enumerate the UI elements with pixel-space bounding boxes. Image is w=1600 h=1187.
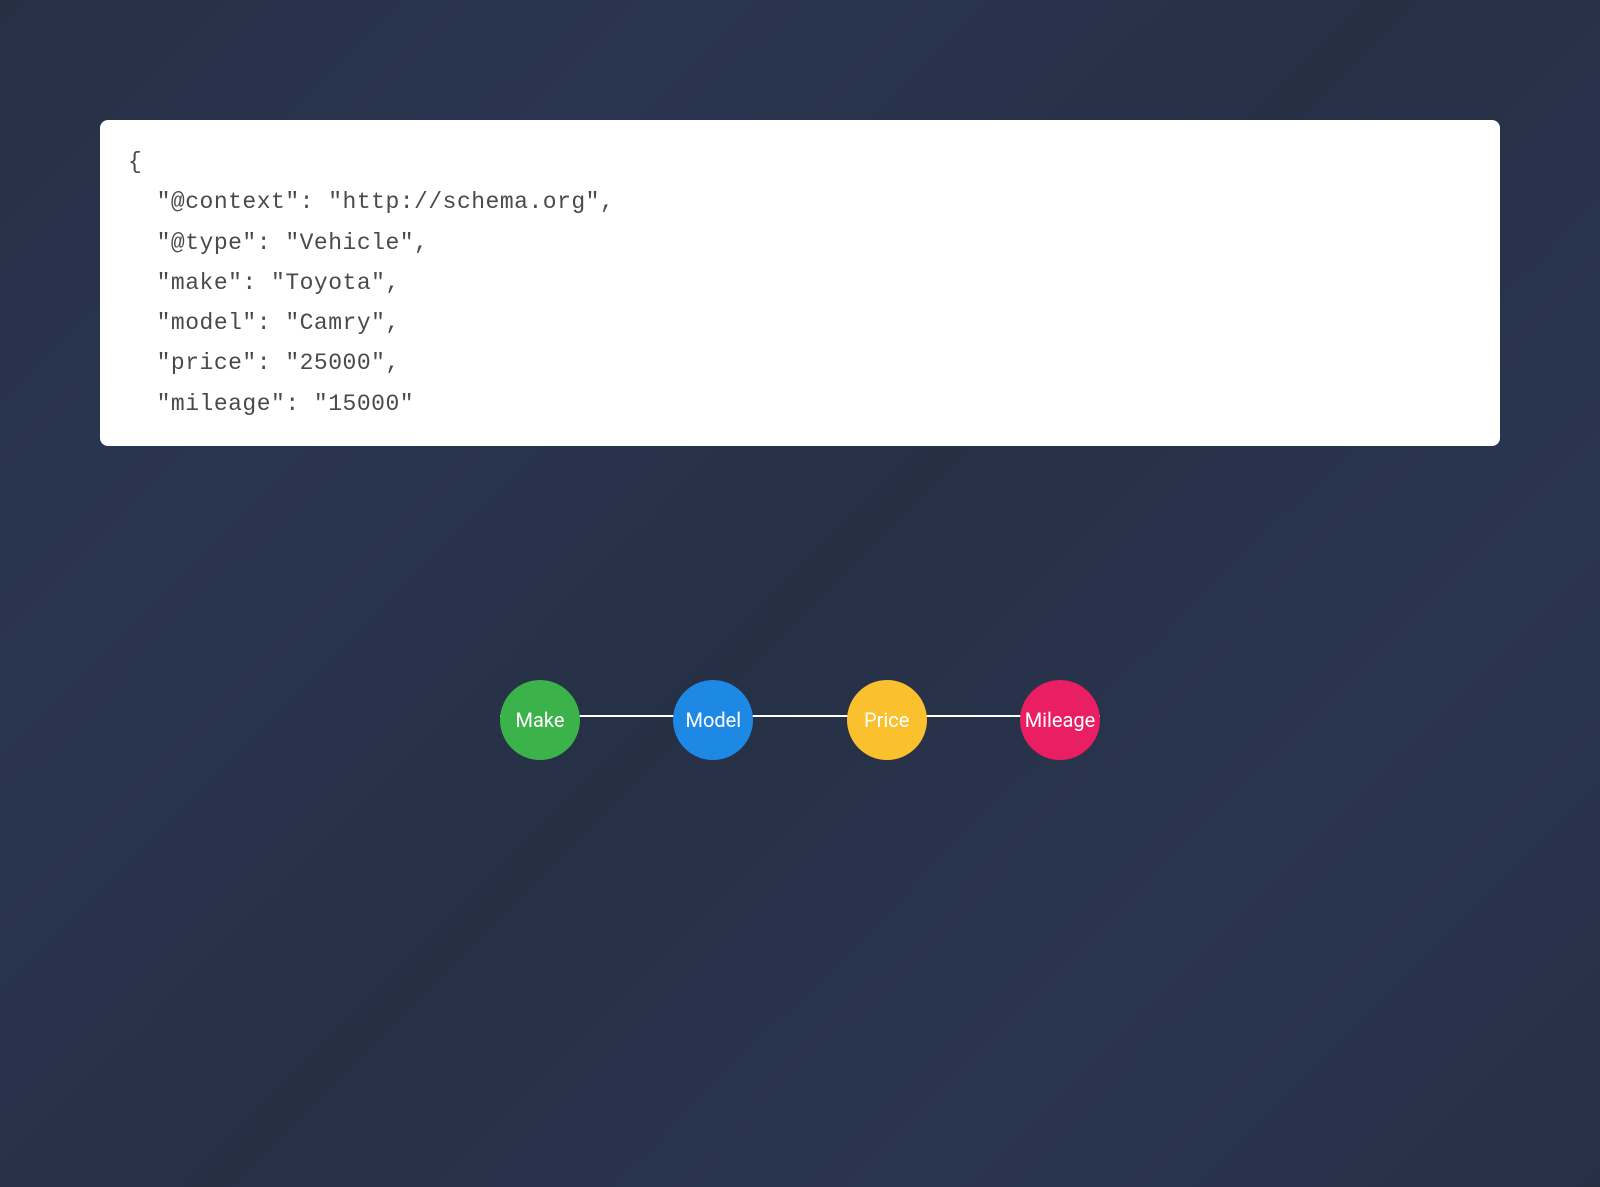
badges-container: Make Model Price Mileage xyxy=(500,680,1100,760)
badge-model: Model xyxy=(673,680,753,760)
badge-label: Model xyxy=(686,708,742,732)
code-block: { "@context": "http://schema.org", "@typ… xyxy=(100,120,1500,446)
badge-label: Mileage xyxy=(1025,708,1096,732)
badge-make: Make xyxy=(500,680,580,760)
badge-label: Make xyxy=(516,708,565,732)
badge-label: Price xyxy=(864,708,909,732)
badge-mileage: Mileage xyxy=(1020,680,1100,760)
code-content: { "@context": "http://schema.org", "@typ… xyxy=(128,142,1472,424)
badge-price: Price xyxy=(847,680,927,760)
